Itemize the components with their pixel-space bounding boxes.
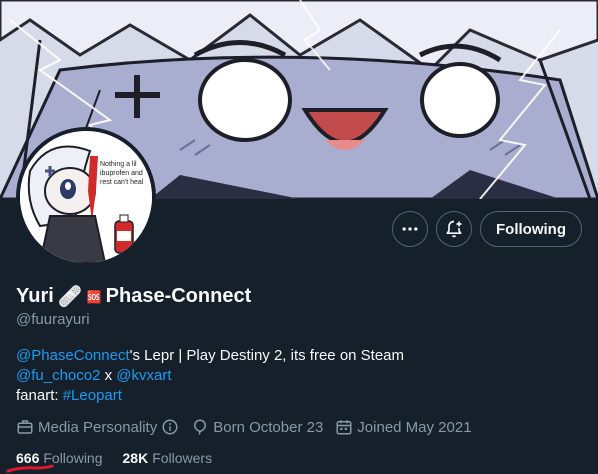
avatar-caption-line3: rest can't heal	[100, 179, 144, 186]
avatar[interactable]: Nothing a lil ibuprofen and rest can't h…	[16, 127, 156, 267]
bio-fanart-label: fanart:	[16, 387, 63, 404]
bell-plus-icon	[446, 220, 462, 238]
briefcase-icon	[17, 420, 33, 434]
mention-kvxart[interactable]: @kvxart	[116, 367, 171, 384]
more-horizontal-icon	[402, 227, 418, 231]
bio-connector: x	[100, 367, 117, 384]
display-name-suffix: Phase-Connect	[105, 285, 252, 307]
mention-phaseconnect[interactable]: @PhaseConnect	[16, 347, 130, 364]
followers-stat[interactable]: 28K Followers	[123, 450, 213, 466]
red-underline-annotation	[6, 464, 54, 473]
profile-bio: @PhaseConnect's Lepr | Play Destiny 2, i…	[16, 346, 404, 406]
more-button[interactable]	[392, 211, 429, 247]
joined-label: Joined May 2021	[357, 418, 472, 436]
display-name-first: Yuri	[16, 285, 54, 307]
bio-line-2: @fu_choco2 x @kvxart	[16, 366, 404, 386]
joined-item: Joined May 2021	[335, 418, 472, 436]
profile-meta: Media Personality Born October 23 Joined…	[16, 418, 472, 436]
display-name: Yuri 🩹 🆘 Phase-Connect	[16, 284, 251, 309]
avatar-caption-line1: Nothing a lil	[100, 161, 137, 168]
bio-line-1: @PhaseConnect's Lepr | Play Destiny 2, i…	[16, 346, 404, 366]
category-item: Media Personality	[16, 418, 179, 436]
birthday-label: Born October 23	[213, 418, 324, 436]
bandage-emoji: 🩹	[57, 286, 83, 308]
calendar-icon	[336, 420, 352, 435]
birthday-item: Born October 23	[191, 418, 323, 436]
following-button[interactable]: Following	[480, 211, 582, 247]
profile-actions: Following	[392, 211, 582, 247]
notifications-button[interactable]	[436, 211, 473, 247]
box-emoji: 🆘	[86, 289, 102, 304]
bio-line-3: fanart: #Leopart	[16, 386, 404, 406]
followers-count: 28K	[122, 450, 149, 466]
followers-label: Followers	[152, 450, 213, 466]
balloon-icon	[194, 419, 207, 435]
user-handle: @fuurayuri	[16, 311, 90, 328]
avatar-caption-line2: ibuprofen and	[100, 170, 143, 177]
bio-text-1: 's Lepr | Play Destiny 2, its free on St…	[129, 347, 405, 364]
hashtag-leopart[interactable]: #Leopart	[63, 387, 122, 404]
category-label: Media Personality	[38, 418, 158, 436]
avatar-image: Nothing a lil ibuprofen and rest can't h…	[20, 131, 152, 263]
info-icon[interactable]	[161, 418, 179, 436]
mention-fu-choco2[interactable]: @fu_choco2	[16, 367, 100, 384]
